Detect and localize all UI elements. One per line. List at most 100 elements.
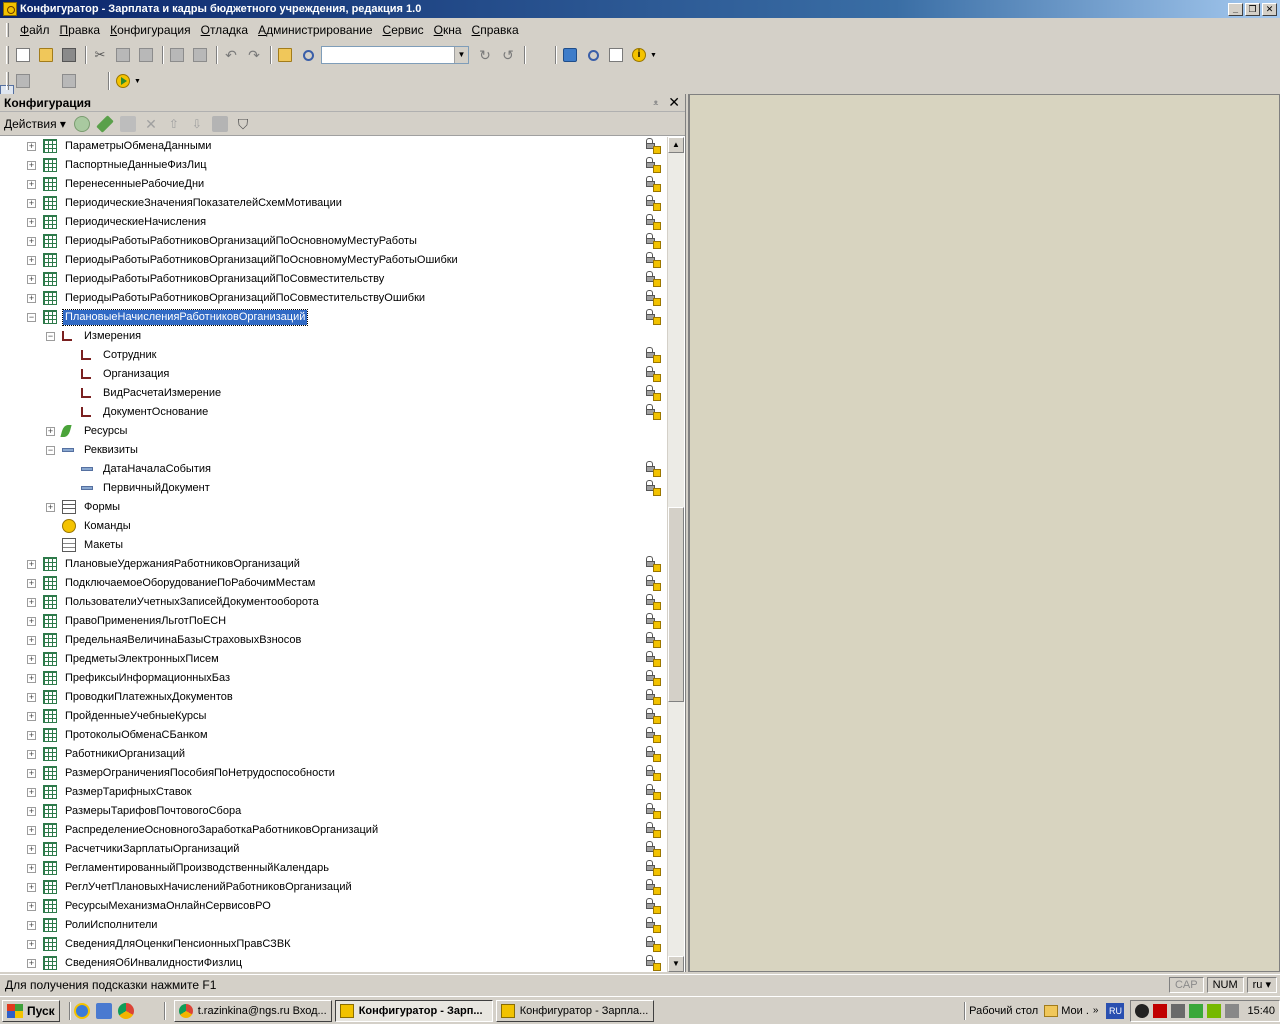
config-tree-button[interactable] xyxy=(13,71,33,91)
tree-item-label[interactable]: ПройденныеУчебныеКурсы xyxy=(63,709,208,724)
move-up-icon[interactable]: ⇧ xyxy=(166,116,182,132)
close-button[interactable]: ✕ xyxy=(1262,2,1277,16)
tree-row[interactable]: + СведенияДляОценкиПенсионныхПравСЗВК xyxy=(0,935,666,954)
expand-icon[interactable]: + xyxy=(27,560,36,569)
search-combo[interactable]: ▼ xyxy=(321,46,469,64)
tree-item-label[interactable]: ВидРасчетаИзмерение xyxy=(101,386,223,401)
expand-icon[interactable]: + xyxy=(27,161,36,170)
minimize-button[interactable]: _ xyxy=(1228,2,1243,16)
toolbar-chevron-icon[interactable]: » xyxy=(1093,1005,1099,1016)
compare-button[interactable] xyxy=(0,71,102,125)
tree-item-label[interactable]: РаботникиОрганизаций xyxy=(63,747,187,762)
scroll-up-button[interactable]: ▲ xyxy=(668,137,684,153)
expand-icon[interactable]: + xyxy=(27,199,36,208)
tree-item-label[interactable]: Измерения xyxy=(82,329,143,344)
tree-row[interactable]: + ПлановыеУдержанияРаботниковОрганизаций xyxy=(0,555,666,574)
tree-item-label[interactable]: Команды xyxy=(82,519,133,534)
edit-pencil-icon[interactable] xyxy=(96,114,114,133)
tree-row[interactable]: + РасчетчикиЗарплатыОрганизаций xyxy=(0,840,666,859)
tree-item-label[interactable]: ПериодическиеЗначенияПоказателейСхемМоти… xyxy=(63,196,344,211)
tree-item-label[interactable]: Макеты xyxy=(82,538,125,553)
tree-item-label[interactable]: ПроводкиПлатежныхДокументов xyxy=(63,690,235,705)
tree-item-label[interactable]: РегламентированныйПроизводственныйКаленд… xyxy=(63,861,331,876)
collapse-icon[interactable]: − xyxy=(46,446,55,455)
expand-icon[interactable]: + xyxy=(27,769,36,778)
expand-icon[interactable]: + xyxy=(27,598,36,607)
tree-item-label[interactable]: ПрефиксыИнформационныхБаз xyxy=(63,671,232,686)
menu-windows[interactable]: Окна xyxy=(429,21,467,39)
tree-item-label[interactable]: СведенияОбИнвалидностиФизлиц xyxy=(63,956,244,971)
tree-row[interactable]: + ПредельнаяВеличинаБазыСтраховыхВзносов xyxy=(0,631,666,650)
find-next-button[interactable]: ↻ xyxy=(475,45,495,65)
expand-icon[interactable]: + xyxy=(27,180,36,189)
clock[interactable]: 15:40 xyxy=(1247,1005,1275,1017)
tree-item-label[interactable]: РасчетчикиЗарплатыОрганизаций xyxy=(63,842,241,857)
tree-row[interactable]: + РолиИсполнители xyxy=(0,916,666,935)
tree-item-label[interactable]: РесурсыМеханизмаОнлайнСервисовРО xyxy=(63,899,273,914)
tree-row[interactable]: + ПодключаемоеОборудованиеПоРабочимМестам xyxy=(0,574,666,593)
expand-icon[interactable]: + xyxy=(27,655,36,664)
tree-row[interactable]: Макеты xyxy=(0,536,666,555)
tree-item-label[interactable]: ПлановыеУдержанияРаботниковОрганизаций xyxy=(63,557,302,572)
expand-icon[interactable]: + xyxy=(27,256,36,265)
tree-row[interactable]: + ПаспортныеДанныеФизЛиц xyxy=(0,156,666,175)
tree-row[interactable]: + Ресурсы xyxy=(0,422,666,441)
find-prev-button[interactable]: ↺ xyxy=(498,45,518,65)
tree-item-label[interactable]: РаспределениеОсновногоЗаработкаРаботнико… xyxy=(63,823,380,838)
tree-row[interactable]: − ПлановыеНачисленияРаботниковОрганизаций xyxy=(0,308,666,327)
scroll-down-button[interactable]: ▼ xyxy=(668,956,684,972)
desktop-toolbar-label[interactable]: Рабочий стол xyxy=(969,1005,1038,1017)
undo-button[interactable]: ↶ xyxy=(221,45,241,65)
windows-button[interactable] xyxy=(0,45,549,99)
paste-button[interactable] xyxy=(136,45,156,65)
expand-icon[interactable]: + xyxy=(27,693,36,702)
antivirus-icon[interactable] xyxy=(1153,1003,1168,1018)
expand-icon[interactable]: + xyxy=(27,883,36,892)
tree-item-label[interactable]: Ресурсы xyxy=(82,424,129,439)
expand-icon[interactable]: + xyxy=(27,218,36,227)
tree-row[interactable]: Сотрудник xyxy=(0,346,666,365)
find-button[interactable] xyxy=(298,45,318,65)
tree-item-label[interactable]: РолиИсполнители xyxy=(63,918,159,933)
expand-icon[interactable]: + xyxy=(27,237,36,246)
menu-edit[interactable]: Правка xyxy=(55,21,106,39)
expand-icon[interactable]: + xyxy=(27,845,36,854)
tree-row[interactable]: ВидРасчетаИзмерение xyxy=(0,384,666,403)
tree-row[interactable]: + СведенияОбИнвалидностиФизлиц xyxy=(0,954,666,972)
my-documents-label[interactable]: Мои . xyxy=(1061,1005,1089,1017)
expand-icon[interactable]: + xyxy=(46,503,55,512)
tree-row[interactable]: − Измерения xyxy=(0,327,666,346)
tree-item-label[interactable]: ПредметыЭлектронныхПисем xyxy=(63,652,221,667)
task-configurator[interactable]: Конфигуратор - Зарпла... xyxy=(495,999,654,1022)
expand-icon[interactable]: + xyxy=(27,579,36,588)
tree-item-label[interactable]: РазмерыТарифовПочтовогоСбора xyxy=(63,804,243,819)
help-search-button[interactable] xyxy=(583,45,603,65)
outlook-icon[interactable] xyxy=(95,1002,112,1019)
tree-row[interactable]: + ПроводкиПлатежныхДокументов xyxy=(0,688,666,707)
menu-administration[interactable]: Администрирование xyxy=(253,21,377,39)
tree-item-label[interactable]: РеглУчетПлановыхНачисленийРаботниковОрга… xyxy=(63,880,354,895)
help-contents-button[interactable] xyxy=(606,45,626,65)
sort-icon[interactable] xyxy=(211,115,228,132)
menu-help[interactable]: Справка xyxy=(467,21,524,39)
menu-service[interactable]: Сервис xyxy=(378,21,429,39)
syntax-helper-button[interactable] xyxy=(560,45,580,65)
restore-button[interactable]: ❐ xyxy=(1245,2,1260,16)
start-debug-button[interactable] xyxy=(113,71,133,91)
expand-icon[interactable]: + xyxy=(27,788,36,797)
tree-item-label[interactable]: ДатаНачалаСобытия xyxy=(101,462,213,477)
tree-row[interactable]: + ПравоПримененияЛьготПоЕСН xyxy=(0,612,666,631)
chevron-down-icon[interactable]: ▼ xyxy=(454,47,468,63)
expand-icon[interactable]: + xyxy=(27,617,36,626)
tree-row[interactable]: + ПеренесенныеРабочиеДни xyxy=(0,175,666,194)
database-button[interactable] xyxy=(59,71,79,91)
configuration-tree[interactable]: + ПараметрыОбменаДанными + ПаспортныеДанные… xyxy=(0,137,666,972)
tree-row[interactable]: + ПараметрыОбменаДанными xyxy=(0,137,666,156)
internet-explorer-icon[interactable] xyxy=(73,1002,90,1019)
expand-icon[interactable]: + xyxy=(27,921,36,930)
debug-dropdown-icon[interactable]: ▼ xyxy=(134,78,141,85)
tree-row[interactable]: + ПериодыРаботыРаботниковОрганизацийПоСов… xyxy=(0,270,666,289)
expand-icon[interactable]: + xyxy=(27,864,36,873)
panel-close-icon[interactable]: ✕ xyxy=(668,94,680,111)
copy-item-icon[interactable] xyxy=(119,115,136,132)
